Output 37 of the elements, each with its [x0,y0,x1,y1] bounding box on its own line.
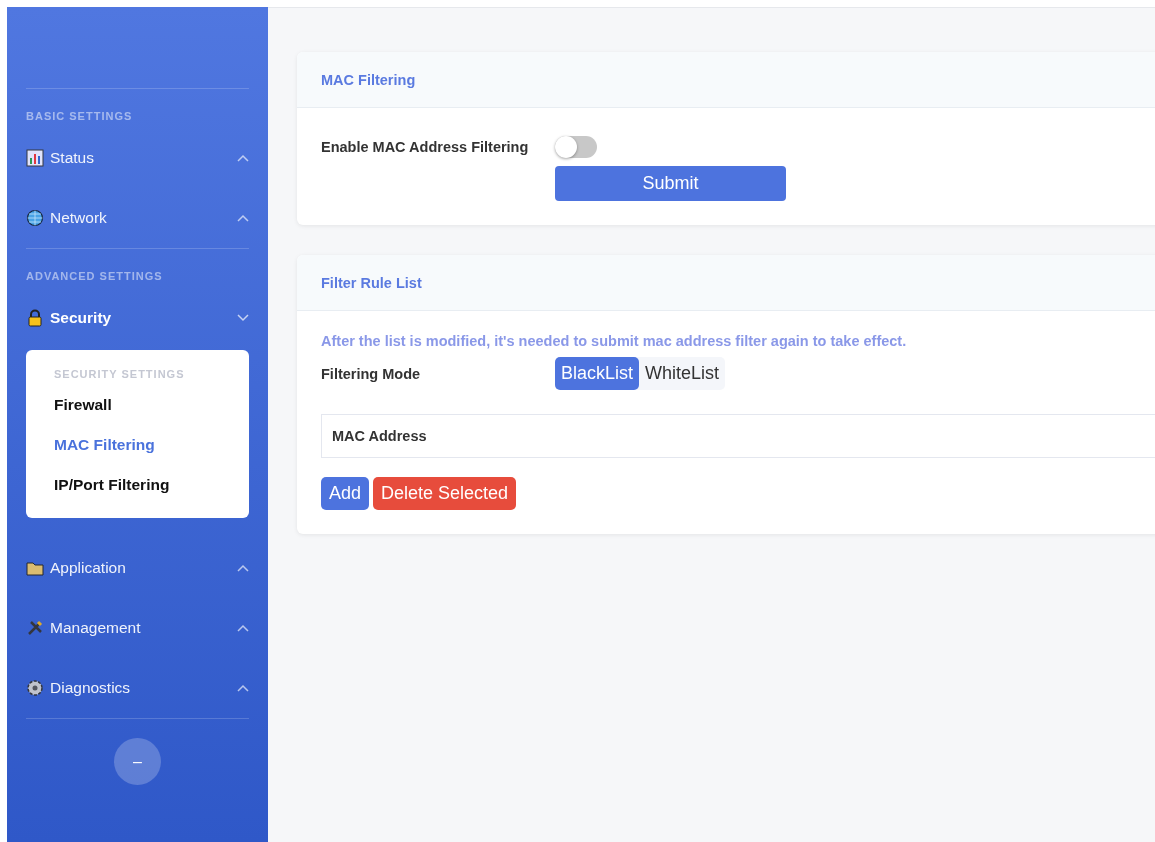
field-label: Filtering Mode [321,365,422,382]
menu-item[interactable]: Application [26,538,249,598]
menu-item[interactable]: Network [26,188,249,248]
lock-icon [26,309,44,327]
submenu-item[interactable]: Firewall [54,384,221,424]
info-note: After the list is modified, it's needed to submit mac address filter again to take effect. [321,333,908,349]
mode-tab[interactable]: BlackList [555,357,640,390]
menu-item[interactable]: Security [26,288,249,348]
bar-chart-icon [26,149,44,167]
card-title: MAC Filtering [321,71,416,88]
add-button[interactable]: Add [321,477,370,510]
folder-icon [26,559,44,577]
tools-icon [26,619,44,637]
toggle-switch[interactable] [555,136,597,158]
chevron-up-icon [237,214,249,222]
mode-tab[interactable]: WhiteList [639,357,726,390]
menu-item[interactable]: Management [26,598,249,658]
menu-item[interactable]: Status [26,128,249,188]
card-title: Filter Rule List [321,274,422,291]
chevron-down-icon [237,314,249,322]
gear-icon [26,679,44,697]
chevron-up-icon [237,684,249,692]
submenu-item[interactable]: MAC Filtering [54,424,221,464]
chevron-up-icon [237,154,249,162]
submit-button[interactable]: Submit [555,166,786,201]
section-title: ADVANCED SETTINGS [26,269,164,284]
menu-item[interactable]: Diagnostics [26,658,249,718]
field-label: Enable MAC Address Filtering [321,139,530,155]
delete-button[interactable]: Delete Selected [373,477,517,510]
submenu-title: SECURITY SETTINGS [54,368,186,380]
submenu-item[interactable]: IP/Port Filtering [54,464,221,504]
globe-icon [26,209,44,227]
collapse-button[interactable]: – [114,738,161,785]
chevron-up-icon [237,624,249,632]
chevron-up-icon [237,564,249,572]
column-header: MAC Address [332,428,428,444]
section-title: BASIC SETTINGS [26,109,134,124]
